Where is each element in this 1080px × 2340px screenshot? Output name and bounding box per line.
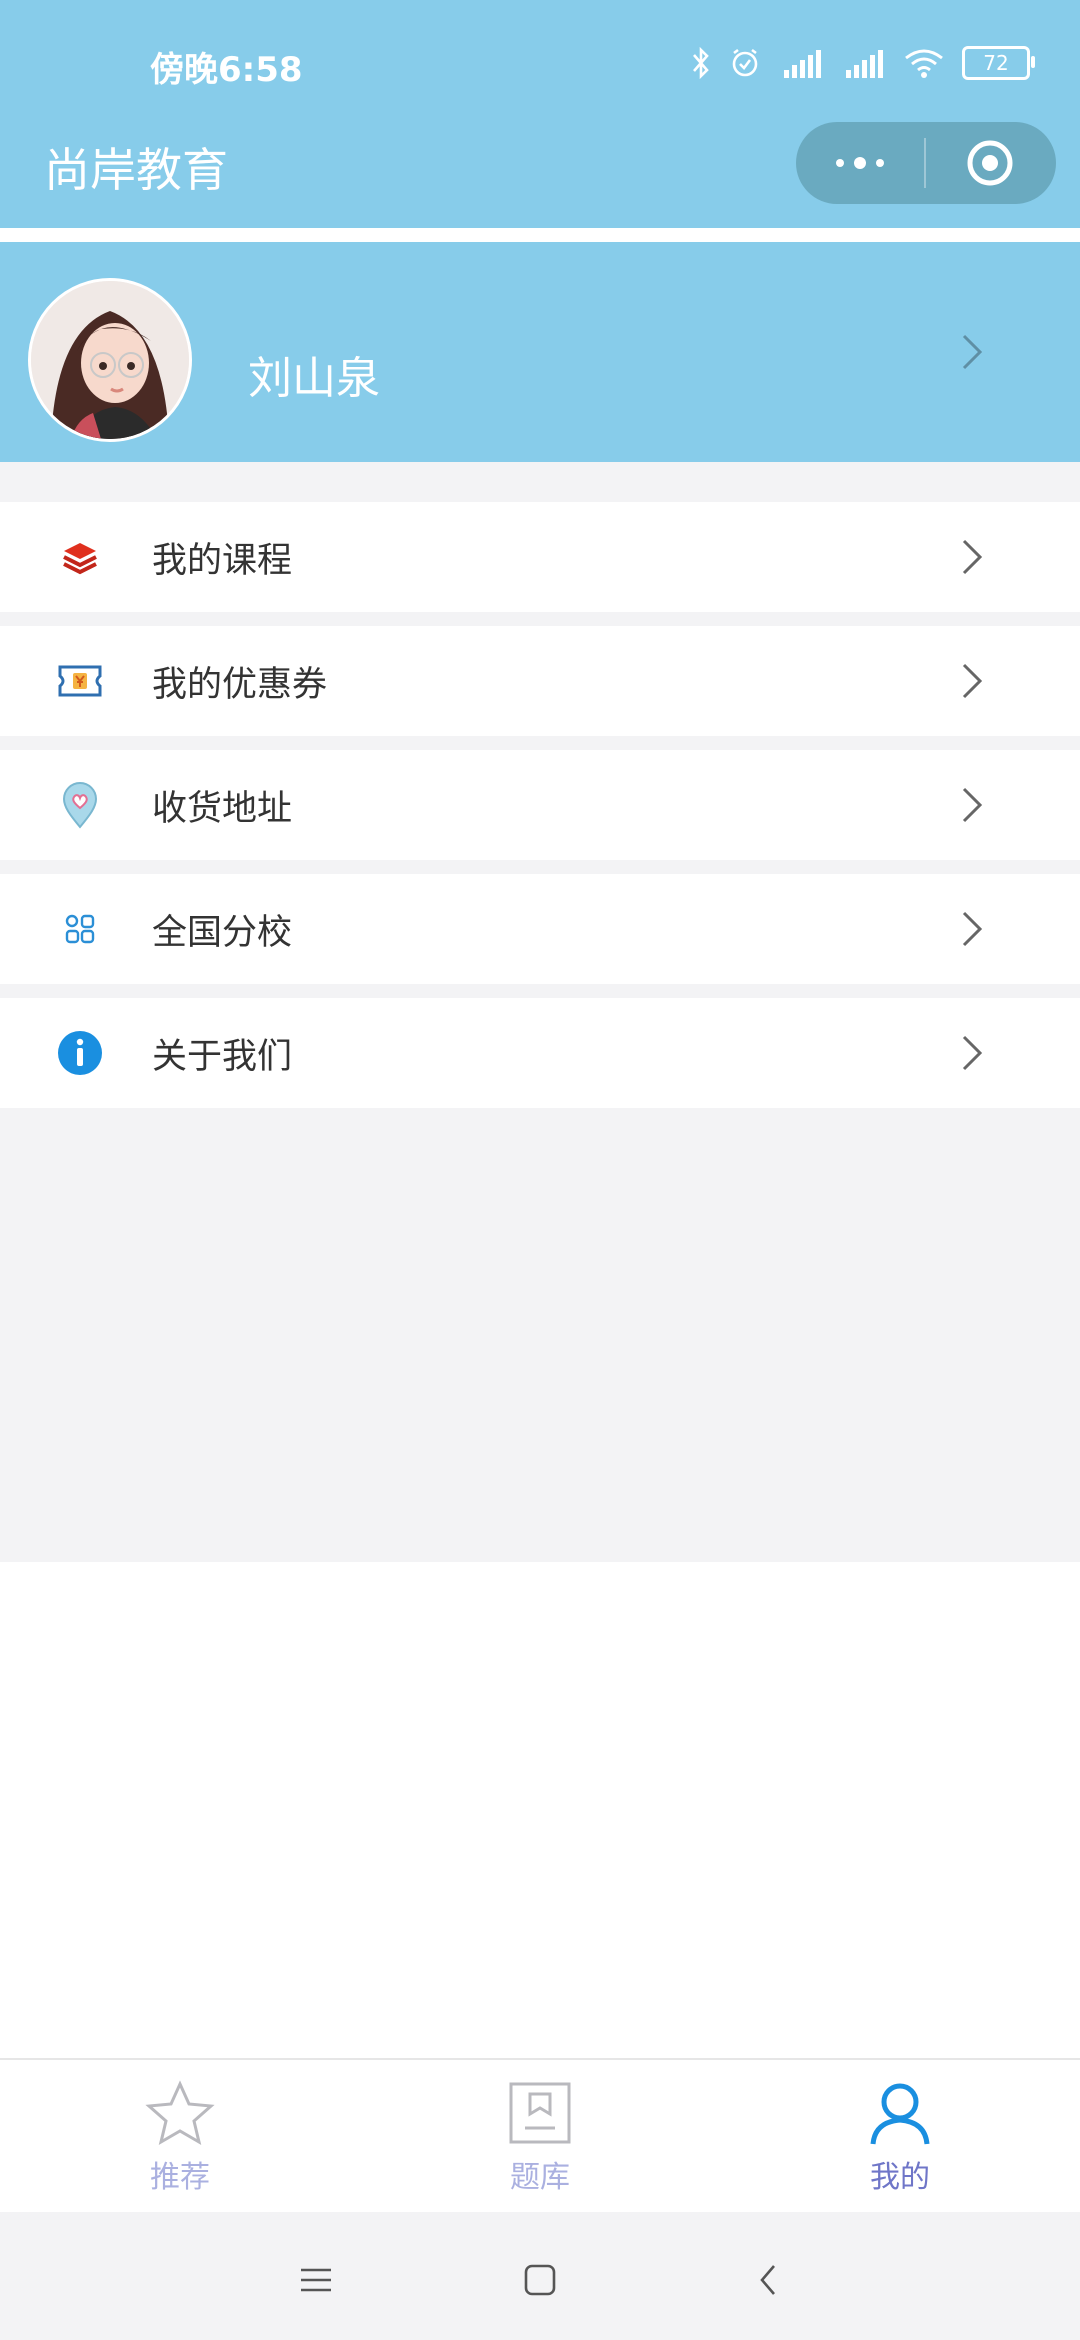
menu-item-my-coupons[interactable]: 我的优惠券	[0, 626, 1080, 736]
tab-label: 推荐	[150, 2160, 210, 2195]
coupon-icon	[56, 657, 104, 705]
chevron-right-icon	[956, 1031, 986, 1079]
signal-hd-icon-2	[846, 50, 883, 78]
system-navigation-bar	[0, 2212, 1080, 2340]
home-button[interactable]	[516, 2256, 564, 2304]
menu-item-shipping-address[interactable]: 收货地址	[0, 750, 1080, 860]
profile-chevron-right-icon	[956, 330, 986, 378]
close-button[interactable]	[926, 122, 1054, 204]
layers-icon	[56, 533, 104, 581]
tab-bar: 推荐 题库 我的	[0, 2058, 1080, 2212]
menu-item-branches[interactable]: 全国分校	[0, 874, 1080, 984]
signal-hd-icon	[784, 50, 821, 78]
home-square-icon	[524, 2264, 556, 2296]
star-icon	[145, 2080, 215, 2146]
chevron-right-icon	[956, 907, 986, 955]
app-title: 尚岸教育	[44, 143, 228, 197]
tab-question-bank[interactable]: 题库	[440, 2080, 640, 2200]
tab-label: 题库	[510, 2160, 570, 2195]
more-button[interactable]	[796, 122, 924, 204]
wifi-icon	[905, 49, 943, 78]
menu-item-label: 我的优惠券	[152, 665, 328, 705]
user-name: 刘山泉	[248, 353, 380, 404]
location-pin-icon	[56, 781, 104, 829]
tab-recommend[interactable]: 推荐	[80, 2080, 280, 2200]
target-close-icon	[967, 140, 1013, 186]
tab-mine[interactable]: 我的	[800, 2080, 1000, 2200]
bookmark-icon	[509, 2082, 571, 2144]
back-button[interactable]	[744, 2256, 792, 2304]
menu-item-label: 我的课程	[152, 541, 293, 581]
chevron-right-icon	[956, 535, 986, 583]
battery-level: 72	[983, 51, 1009, 75]
info-icon	[56, 1029, 104, 1077]
menu-item-my-courses[interactable]: 我的课程	[0, 502, 1080, 612]
menu-item-label: 全国分校	[152, 913, 293, 953]
menu-item-label: 关于我们	[152, 1037, 293, 1077]
more-dots-icon	[836, 157, 884, 169]
miniprogram-capsule	[796, 122, 1056, 204]
status-icons: 72	[690, 38, 1035, 88]
header-separator	[0, 228, 1080, 242]
bluetooth-icon	[693, 46, 709, 80]
back-chevron-icon	[760, 2265, 775, 2295]
menu-item-about-us[interactable]: 关于我们	[0, 998, 1080, 1108]
battery-icon: 72	[962, 46, 1035, 80]
user-icon	[870, 2083, 930, 2145]
menu-lines-icon	[301, 2268, 331, 2292]
grid-icon	[56, 905, 104, 953]
menu-item-label: 收货地址	[152, 789, 293, 829]
tab-label: 我的	[870, 2160, 930, 2195]
chevron-right-icon	[956, 659, 986, 707]
alarm-icon	[732, 48, 758, 77]
avatar[interactable]	[28, 278, 192, 442]
chevron-right-icon	[956, 783, 986, 831]
recent-apps-button[interactable]	[292, 2256, 340, 2304]
status-time: 傍晚6:58	[150, 50, 303, 90]
